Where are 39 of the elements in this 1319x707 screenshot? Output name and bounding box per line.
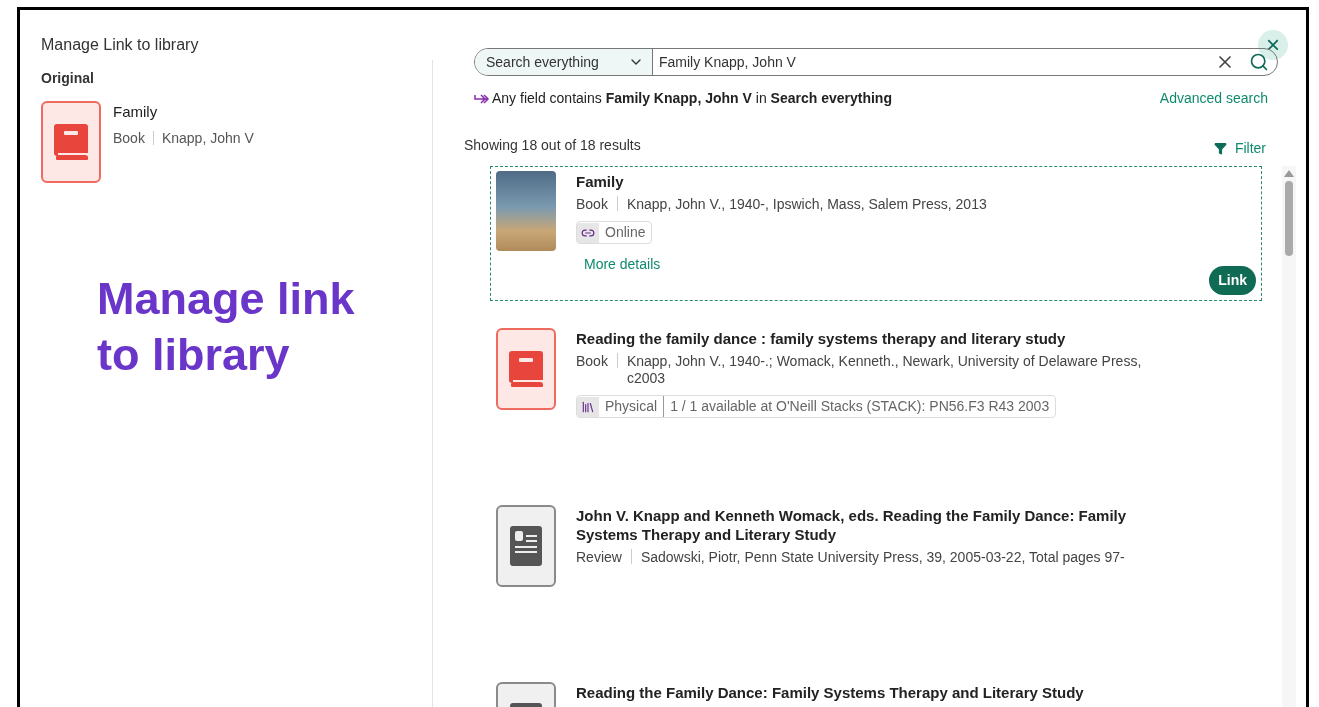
link-button[interactable]: Link [1209, 266, 1256, 295]
books-icon [581, 399, 595, 414]
record-type: Book [113, 128, 145, 148]
results-count: Showing 18 out of 18 results [464, 136, 641, 155]
result-title[interactable]: John V. Knapp and Kenneth Womack, eds. Reading the Family Dance: Family Systems Therapy and Literary Study [576, 506, 1181, 544]
result-item[interactable]: John V. Knapp and Kenneth Womack, eds. Reading the Family Dance: Family Systems Therapy and Literary Study Review Sadowski, Piotr, Penn State University Press, 39, 2005-03-22, Total pages 97- [490, 500, 1262, 655]
scope-dropdown[interactable]: Search everything [475, 49, 653, 75]
record-title: Family [113, 102, 159, 122]
filter-button[interactable]: Filter [1213, 138, 1266, 159]
result-details: Knapp, John V., 1940-, Ipswich, Mass, Salem Press, 2013 [626, 196, 987, 213]
record-author: Knapp, John V [161, 128, 254, 148]
availability-note: 1 / 1 available at O'Neill Stacks (STACK): PN56.F3 R43 2003 [663, 396, 1056, 417]
result-details: Knapp, John V., 1940-.; Womack, Kenneth., Newark, University of Delaware Press, c2003 [626, 353, 1143, 387]
availability-badge[interactable]: Physical 1 / 1 available at O'Neill Stacks (STACK): PN56.F3 R43 2003 [576, 395, 1057, 418]
result-title[interactable]: Reading the family dance : family systems therapy and literary study [576, 329, 1181, 348]
result-item[interactable]: Reading the Family Dance: Family Systems Therapy and Literary Study [490, 677, 1262, 707]
availability-label: Physical [604, 397, 659, 416]
result-type: Book [576, 196, 608, 213]
result-type: Review [576, 549, 622, 566]
result-title[interactable]: Reading the Family Dance: Family Systems Therapy and Literary Study [576, 683, 1084, 702]
section-heading: Original [41, 69, 95, 88]
book-icon [52, 122, 90, 162]
dialog-title: Manage Link to library [41, 35, 199, 55]
search-icon[interactable] [1249, 52, 1269, 72]
arrow-icon [474, 93, 490, 104]
document-icon [510, 526, 542, 566]
availability-badge[interactable]: Online [576, 221, 653, 244]
availability-label: Online [604, 223, 647, 242]
more-details-link[interactable]: More details [584, 254, 987, 275]
filter-icon [1213, 142, 1227, 155]
result-type: Book [576, 353, 608, 370]
caption-heading: Manage link to library [97, 272, 356, 382]
advanced-search-link[interactable]: Advanced search [1159, 88, 1268, 109]
result-item[interactable]: Family Book Knapp, John V., 1940-, Ipswich, Mass, Salem Press, 2013 Online More details Link [490, 166, 1262, 301]
query-summary: Any field contains Family Knapp, John V in Search everything [492, 89, 892, 108]
close-button[interactable]: × [1258, 30, 1288, 60]
result-details: Sadowski, Piotr, Penn State University Press, 39, 2005-03-22, Total pages 97- [640, 549, 1125, 566]
book-icon [507, 349, 545, 389]
result-title[interactable]: Family [576, 172, 987, 191]
